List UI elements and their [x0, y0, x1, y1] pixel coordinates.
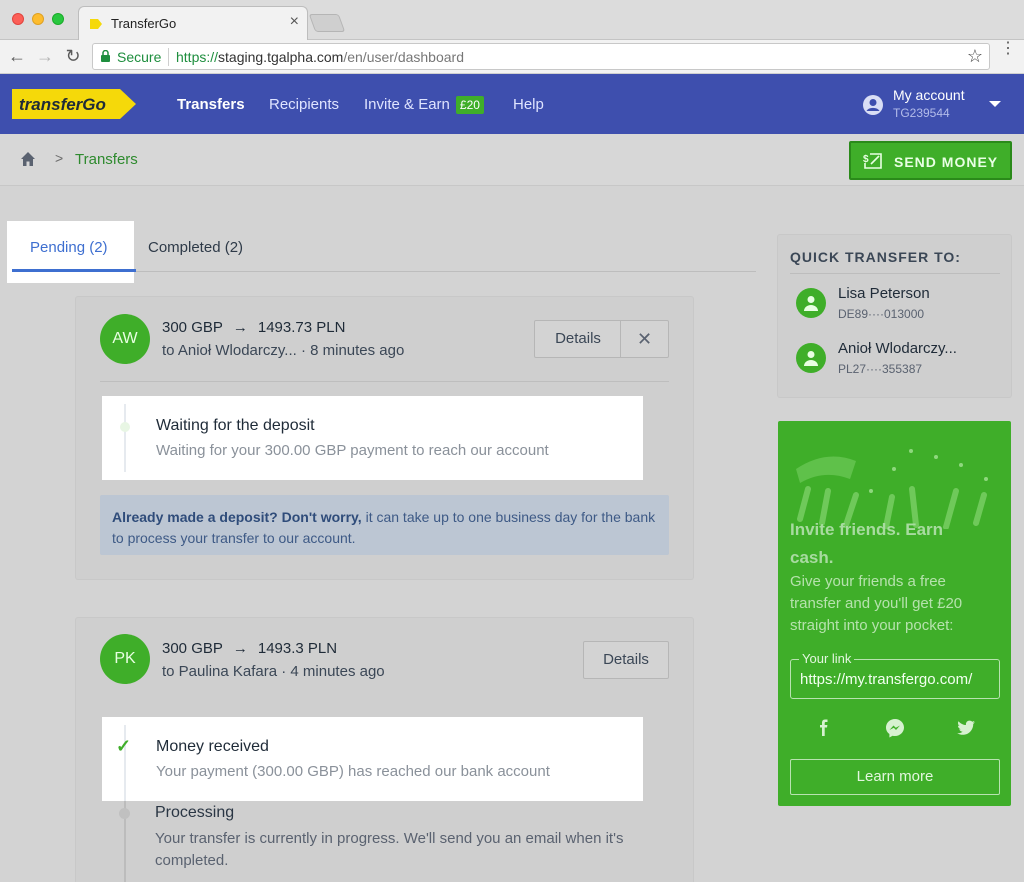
info-bold: Already made a deposit? Don't worry,: [112, 509, 362, 525]
quick-recipient-account: PL27····355387: [838, 362, 923, 376]
quick-transfer-panel: QUICK TRANSFER TO: Lisa Peterson DE89···…: [778, 235, 1011, 397]
referral-link-label: Your link: [799, 651, 855, 666]
url-path: /en/user/dashboard: [343, 49, 464, 65]
url-host: staging.tgalpha.com: [218, 49, 344, 65]
recipient-avatar: AW: [100, 314, 150, 364]
home-icon[interactable]: [20, 151, 36, 167]
minimize-window-button[interactable]: [32, 13, 44, 25]
card-actions: Details ✕: [534, 320, 669, 358]
svg-text:$: $: [863, 154, 869, 165]
promo-title: Invite friends. Earn cash.: [790, 520, 944, 567]
transfer-amount: 300 GBP → 1493.3 PLN: [162, 640, 337, 657]
browser-titlebar: TransferGo ×: [0, 0, 1024, 40]
account-id: TG239544: [893, 106, 950, 120]
transfer-amount: 300 GBP → 1493.73 PLN: [162, 319, 345, 336]
send-money-label: SEND MONEY: [894, 154, 999, 170]
status-step-highlight: Waiting for the deposit Waiting for your…: [102, 396, 643, 480]
next-step-description: Your transfer is currently in progress. …: [155, 830, 624, 869]
person-icon[interactable]: [796, 343, 826, 373]
next-step-title: Processing: [155, 804, 235, 821]
nav-help[interactable]: Help: [513, 96, 544, 113]
url-divider: [168, 48, 169, 66]
status-description: Waiting for your 300.00 GBP payment to r…: [156, 442, 549, 459]
recipient-line: to Paulina Kafara · 4 minutes ago: [162, 663, 385, 680]
tab-pending-label: Pending (2): [30, 239, 108, 256]
transfergo-logo[interactable]: transferGo: [12, 89, 136, 119]
send-money-icon: $: [863, 153, 882, 169]
recipient-line: to Anioł Wlodarczy... · 8 minutes ago: [162, 342, 405, 359]
arrow-right-icon: →: [232, 640, 248, 657]
promo-description: Give your friends a free transfer and yo…: [790, 573, 963, 634]
url-field[interactable]: Secure https://staging.tgalpha.com/en/us…: [92, 43, 990, 70]
favicon-icon: [90, 19, 102, 29]
timeline-line: [124, 404, 126, 472]
secure-label: Secure: [117, 49, 162, 65]
status-description: Your payment (300.00 GBP) has reached ou…: [156, 763, 550, 780]
status-step-highlight: ✓ Money received Your payment (300.00 GB…: [102, 717, 643, 801]
details-button[interactable]: Details: [584, 642, 668, 678]
nav-transfers[interactable]: Transfers: [177, 96, 245, 113]
browser-menu-icon[interactable]: ⋮: [1000, 41, 1016, 57]
tab-pending[interactable]: Pending (2): [7, 221, 136, 283]
chevron-right-icon: >: [55, 150, 64, 166]
chevron-down-icon[interactable]: [989, 101, 1001, 107]
browser-tab[interactable]: TransferGo ×: [78, 6, 308, 40]
send-amount: 300 GBP: [162, 640, 223, 657]
bookmark-star-icon[interactable]: ☆: [967, 46, 983, 67]
details-button[interactable]: Details: [535, 321, 621, 357]
new-tab-button[interactable]: [308, 14, 346, 32]
quick-recipient-name[interactable]: Lisa Peterson: [838, 285, 930, 302]
app-header: transferGo Transfers Recipients Invite &…: [0, 74, 1024, 134]
url-text: https://staging.tgalpha.com/en/user/dash…: [176, 49, 464, 65]
tab-close-icon[interactable]: ×: [290, 14, 299, 30]
tab-title: TransferGo: [111, 16, 177, 31]
quick-transfer-title: QUICK TRANSFER TO:: [790, 249, 961, 265]
status-title: Money received: [156, 738, 269, 755]
quick-recipient-account: DE89····013000: [838, 307, 925, 321]
lock-icon: [101, 50, 110, 62]
checkmark-icon: ✓: [116, 736, 132, 756]
recipient-avatar: PK: [100, 634, 150, 684]
reward-badge: £20: [455, 96, 484, 114]
account-avatar-icon[interactable]: [862, 94, 884, 116]
tab-completed[interactable]: Completed (2): [148, 239, 243, 256]
invite-promo-panel: Invite friends. Earn cash. Give your fri…: [778, 421, 1011, 806]
nav-recipients[interactable]: Recipients: [269, 96, 339, 113]
card-actions: Details: [583, 641, 669, 679]
arrow-right-icon: →: [232, 319, 248, 336]
status-dot-icon: [120, 422, 130, 432]
facebook-icon[interactable]: [813, 717, 835, 739]
referral-link-value[interactable]: https://my.transfergo.com/: [800, 671, 992, 688]
receive-amount: 1493.3 PLN: [257, 640, 338, 657]
referral-link-field[interactable]: Your link https://my.transfergo.com/: [790, 651, 1000, 699]
url-scheme: https://: [176, 49, 219, 65]
learn-more-button[interactable]: Learn more: [790, 759, 1000, 795]
messenger-icon[interactable]: [884, 717, 906, 739]
cancel-transfer-icon[interactable]: ✕: [620, 321, 668, 357]
maximize-window-button[interactable]: [52, 13, 64, 25]
twitter-icon[interactable]: [955, 717, 977, 739]
deposit-info-banner: Already made a deposit? Don't worry, it …: [100, 495, 669, 555]
send-money-button[interactable]: $ SEND MONEY: [849, 141, 1012, 180]
quick-recipient-name[interactable]: Anioł Wlodarczy...: [838, 340, 957, 357]
back-icon[interactable]: ←: [6, 45, 28, 67]
svg-text:transferGo: transferGo: [19, 95, 106, 114]
send-amount: 300 GBP: [162, 319, 223, 336]
reload-icon[interactable]: ↻: [62, 45, 84, 67]
forward-icon[interactable]: →: [34, 45, 56, 67]
tab-active-indicator: [12, 269, 136, 272]
nav-invite-earn[interactable]: Invite & Earn £20: [364, 96, 484, 114]
nav-invite-label: Invite & Earn: [364, 96, 450, 113]
close-window-button[interactable]: [12, 13, 24, 25]
breadcrumb-current[interactable]: Transfers: [75, 151, 138, 168]
pending-step-dot-icon: [119, 808, 130, 819]
person-icon[interactable]: [796, 288, 826, 318]
status-title: Waiting for the deposit: [156, 417, 315, 434]
address-bar: ← → ↻ Secure https://staging.tgalpha.com…: [0, 40, 1024, 74]
account-label[interactable]: My account: [893, 87, 965, 103]
receive-amount: 1493.73 PLN: [257, 319, 346, 336]
quick-transfer-divider: [790, 273, 1000, 274]
card-divider: [100, 381, 669, 382]
